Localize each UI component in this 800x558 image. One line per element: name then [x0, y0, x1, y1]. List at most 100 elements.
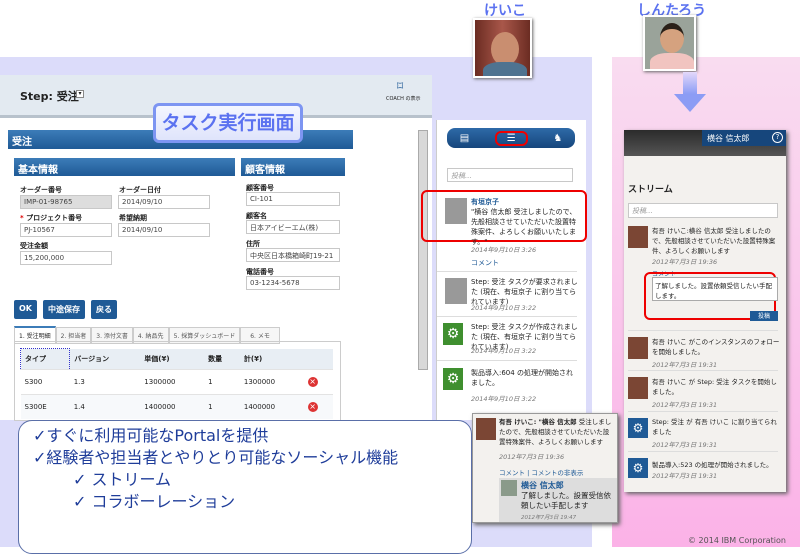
stream-item: 有吾 けいこ:横谷 信太郎 受注しましたので、先般相談させていただいた設置特殊案…: [652, 227, 776, 255]
coach-icon[interactable]: ⌑: [397, 79, 403, 93]
cell: 1: [204, 394, 240, 419]
reply-text: 了解しました。設置受信依頼したい手配します: [521, 491, 611, 510]
order-no-field[interactable]: IMP-01-98765: [20, 195, 112, 209]
col-qty[interactable]: 数量: [204, 348, 240, 370]
avatar-keiko-small: [476, 418, 496, 440]
scrollbar[interactable]: [418, 130, 428, 370]
col-version[interactable]: バージョン: [69, 348, 141, 370]
amount-field[interactable]: 15,200,000: [20, 251, 112, 265]
persona-label-keiko: けいこ: [484, 3, 526, 19]
copyright: © 2014 IBM Corporation: [688, 536, 786, 545]
callout-subline: ✓ ストリーム: [73, 470, 172, 489]
delete-row-icon[interactable]: ×: [307, 402, 318, 412]
order-date-label: オーダー日付: [119, 186, 161, 194]
people-view-icon[interactable]: ♞: [553, 133, 562, 144]
address-field[interactable]: 中央区日本橋箱崎町19-21: [246, 248, 340, 262]
gear-icon: ⚙: [443, 323, 463, 345]
author[interactable]: 有吾 けいこ:: [499, 418, 536, 426]
table-row: S300E 1.4 1400000 1 1400000 ×: [20, 394, 333, 419]
feature-callout: ✓すぐに利用可能なPortalを提供 ✓経験者や担当者とやりとり可能なソーシャル…: [18, 420, 472, 554]
mobile-stream-panel: 横谷 信太郎 ? ストリーム 投稿... 有吾 けいこ:横谷 信太郎 受注しまし…: [624, 130, 786, 492]
table-row: S300 1.3 1300000 1 1300000 ×: [20, 369, 333, 395]
comment-popup: 有吾 けいこ: "横谷 信太郎 受注しましたので、先般相談させていただいた設置特…: [472, 413, 618, 523]
view-toggle: ▤ ☰ ♞: [447, 128, 575, 148]
comment-link[interactable]: コメント: [471, 258, 499, 268]
col-total[interactable]: 計(¥): [239, 348, 304, 370]
stream-view-icon[interactable]: ☰: [494, 130, 528, 146]
stream-item: 有吾 けいこ が Step: 受注 タスクを開始しました。: [652, 378, 777, 396]
reply: 横谷 信太郎 了解しました。設置受信依頼したい手配します 2012年7月3日 1…: [499, 478, 617, 522]
cell: 1400000: [239, 394, 304, 419]
stream-item: Step: 受注 が 有吾 けいこ に割り当てられました: [652, 418, 777, 436]
cell: 1.4: [69, 394, 141, 419]
delivery-field[interactable]: 2014/09/10: [118, 223, 210, 237]
stream-item: 製品導入:604 の処理が開始されました。: [471, 369, 573, 387]
project-no-field[interactable]: PJ-10567: [20, 223, 112, 237]
timestamp: 2012年7月3日 19:31: [652, 441, 718, 449]
save-draft-button[interactable]: 中途保存: [43, 300, 85, 319]
arrow-down-icon: [683, 72, 697, 94]
cell: 1300000: [239, 369, 304, 395]
author[interactable]: 有垣京子: [471, 198, 499, 206]
stream-item: 有吾 けいこ がこのインスタンスのフォローを開始しました。: [652, 338, 780, 356]
cell: S300: [20, 369, 70, 395]
order-table-container: タイプ バージョン 単価(¥) 数量 計(¥) S300 1.3 1300000 1 13000…: [14, 341, 341, 421]
basic-info-title: 基本情報: [14, 158, 235, 176]
ok-button[interactable]: OK: [14, 300, 37, 319]
delivery-label: 希望納期: [119, 214, 147, 222]
callout-line: ✓経験者や担当者とやりとり可能なソーシャル機能: [33, 448, 399, 467]
project-no-label: プロジェクト番号: [26, 214, 83, 222]
amount-label: 受注金額: [20, 242, 48, 250]
timestamp: 2014年9月10日 3:22: [471, 347, 537, 355]
step-dropdown-icon[interactable]: ▾: [76, 90, 84, 98]
avatar-keiko-small: [628, 377, 648, 399]
stream-panel: ▤ ☰ ♞ 投稿... 有垣京子 "横谷 信太郎 受注しましたので、先般相談させて…: [421, 120, 587, 420]
comment-links[interactable]: コメント | コメントの非表示: [499, 467, 583, 477]
post-input[interactable]: 投稿...: [628, 203, 778, 218]
callout-subline: ✓ コラボーレーション: [73, 492, 236, 511]
timestamp: 2012年7月3日 19:31: [652, 361, 718, 369]
user-avatar-icon: [445, 198, 467, 224]
user-avatar-icon: [445, 278, 467, 304]
avatar-shintaro: [643, 15, 696, 71]
order-no-label: オーダー番号: [20, 186, 62, 194]
callout-line: ✓すぐに利用可能なPortalを提供: [33, 426, 269, 445]
phone-field[interactable]: 03-1234-5678: [246, 276, 340, 290]
cell: 1300000: [140, 369, 205, 395]
cust-name-field[interactable]: 日本アイビーエム(株): [246, 220, 340, 234]
coach-label[interactable]: COACH の表示: [386, 95, 421, 102]
form-view-icon[interactable]: ▤: [460, 133, 469, 144]
cell: 1400000: [140, 394, 205, 419]
customer-info-title: 顧客情報: [241, 158, 345, 176]
cell: 1: [204, 369, 240, 395]
mention[interactable]: "横谷 信太郎: [538, 418, 576, 426]
post-input[interactable]: 投稿...: [447, 168, 573, 182]
timestamp: 2012年7月3日 19:36: [499, 453, 565, 461]
arrow-head-icon: [674, 94, 706, 112]
comment-input[interactable]: 了解しました。設置依頼受信したい手配します。: [652, 277, 778, 301]
delete-row-icon[interactable]: ×: [307, 377, 318, 387]
cell: S300E: [20, 394, 70, 419]
timestamp: 2012年7月3日 19:31: [652, 401, 718, 409]
avatar-shintaro-small: [501, 480, 517, 496]
col-type[interactable]: タイプ: [19, 348, 71, 370]
gear-icon: ⚙: [628, 418, 648, 438]
timestamp: 2012年7月3日 19:36: [652, 258, 718, 266]
col-price[interactable]: 単価(¥): [140, 348, 205, 370]
avatar-keiko-small: [628, 226, 648, 248]
step-label: Step: 受注: [20, 90, 79, 103]
timestamp: 2012年7月3日 19:47: [521, 515, 577, 521]
submit-comment-button[interactable]: 投稿: [750, 311, 778, 321]
timestamp: 2014年9月10日 3:22: [471, 395, 537, 403]
help-icon[interactable]: ?: [772, 132, 783, 143]
stream-item: 製品導入:523 の処理が開始されました。: [652, 461, 773, 469]
avatar-keiko: [473, 18, 532, 78]
order-table: タイプ バージョン 単価(¥) 数量 計(¥) S300 1.3 1300000 1 13000…: [19, 348, 333, 419]
gear-icon: ⚙: [628, 458, 648, 478]
reply-author[interactable]: 横谷 信太郎: [521, 480, 564, 491]
timestamp: 2014年9月10日 3:26: [471, 246, 537, 254]
cust-no-field[interactable]: CI-101: [246, 192, 340, 206]
avatar-keiko-small: [628, 337, 648, 359]
back-button[interactable]: 戻る: [91, 300, 117, 319]
order-date-field[interactable]: 2014/09/10: [118, 195, 210, 209]
